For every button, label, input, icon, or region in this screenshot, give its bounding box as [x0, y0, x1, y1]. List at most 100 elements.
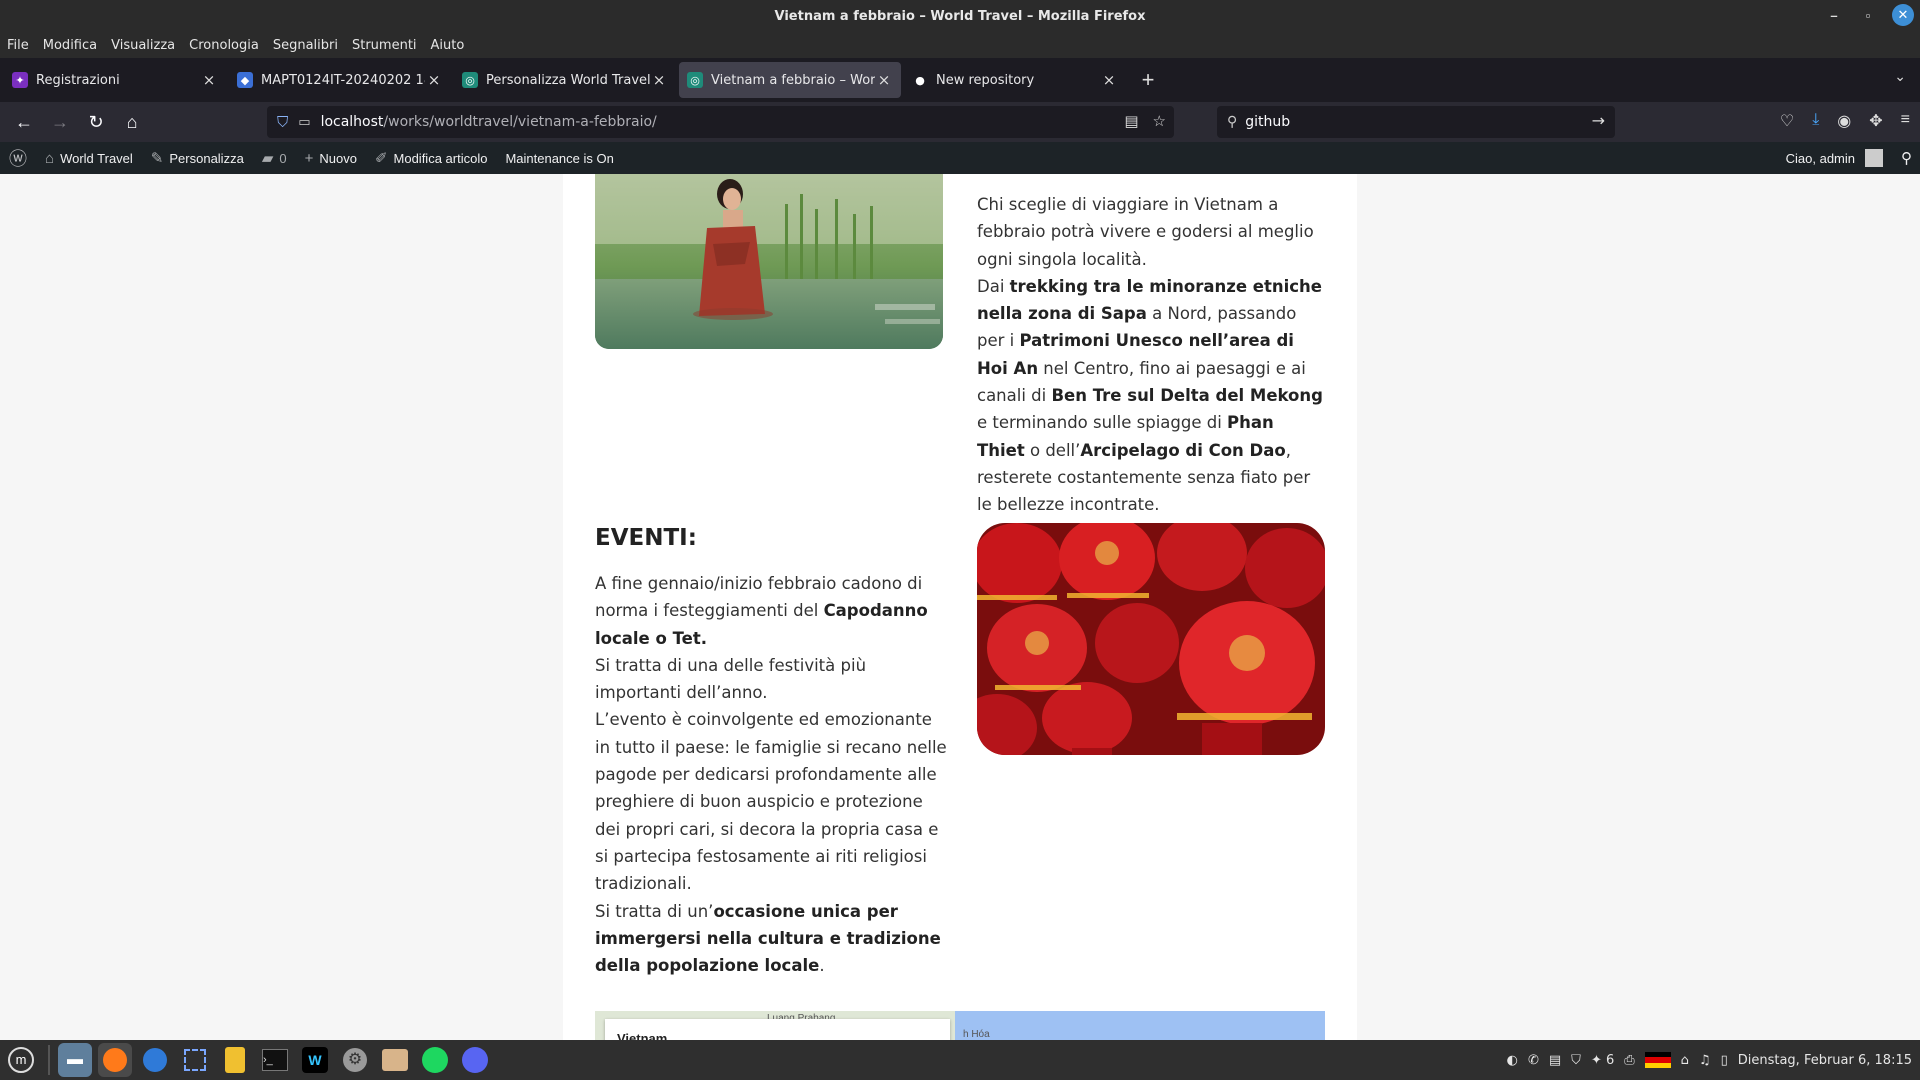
tab-favicon-icon: ◎ [462, 72, 478, 88]
wp-edit-label: Modifica articolo [393, 150, 488, 166]
menu-aiuto[interactable]: Aiuto [431, 38, 465, 53]
discord-tray-icon[interactable]: ◐ [1507, 1053, 1518, 1068]
intro-paragraph-1: Chi sceglie di viaggiare in Vietnam a fe… [977, 195, 1314, 269]
system-tray: ◐ ✆ ▤ ⛉ ✦ 6 ⎙ ⌂ ♫ ▯ Dienstag, Februar 6,… [1507, 1040, 1912, 1080]
tab-label: Registrazioni [36, 72, 120, 88]
menu-icon[interactable]: m [4, 1043, 38, 1077]
page-icon[interactable]: ▭ [298, 115, 310, 130]
shield-icon[interactable]: ⛉ [277, 113, 288, 131]
webstorm-icon[interactable]: W [298, 1043, 332, 1077]
search-go-icon[interactable]: → [1592, 111, 1605, 130]
menu-cronologia[interactable]: Cronologia [189, 38, 259, 53]
reload-icon[interactable]: ↻ [78, 112, 114, 133]
firefox-icon[interactable] [98, 1043, 132, 1077]
account-icon[interactable]: ◉ [1837, 111, 1851, 131]
minimize-icon[interactable]: – [1824, 8, 1844, 23]
tab-close-icon[interactable]: × [1100, 71, 1118, 89]
wordpress-logo-icon[interactable]: ⓦ [0, 145, 36, 171]
forward-icon[interactable]: → [42, 112, 78, 133]
wp-customize-link[interactable]: ✎ Personalizza [142, 149, 253, 167]
hamburger-menu-icon[interactable]: ≡ [1901, 111, 1910, 131]
spotify-icon[interactable] [418, 1043, 452, 1077]
tab-registrazioni[interactable]: ✦ Registrazioni × [4, 62, 226, 98]
pocket-icon[interactable]: ♡ [1780, 111, 1794, 131]
comment-icon: ▰ [261, 150, 274, 167]
wp-site-link[interactable]: ⌂ World Travel [36, 150, 142, 167]
tab-mapt[interactable]: ◆ MAPT0124IT-20240202 180 × [229, 62, 451, 98]
extensions-icon[interactable]: ✥ [1869, 111, 1882, 131]
wp-greeting[interactable]: Ciao, admin [1786, 151, 1855, 166]
tab-favicon-icon: ◆ [237, 72, 253, 88]
workspace-indicator[interactable]: ✦ 6 [1591, 1053, 1614, 1068]
thunderbird-icon[interactable] [138, 1043, 172, 1077]
text-span: e terminando sulle spiagge di [977, 413, 1228, 433]
printer-icon[interactable]: ⎙ [1624, 1053, 1634, 1068]
tab-close-icon[interactable]: × [875, 71, 893, 89]
wp-new-link[interactable]: + Nuovo [296, 150, 366, 167]
viewer-icon[interactable] [378, 1043, 412, 1077]
reader-view-icon[interactable]: ▤ [1124, 112, 1138, 130]
tab-close-icon[interactable]: × [650, 71, 668, 89]
menu-file[interactable]: File [7, 38, 29, 53]
tab-list-icon[interactable]: ⌄ [1894, 68, 1906, 85]
menu-strumenti[interactable]: Strumenti [352, 38, 417, 53]
url-bar[interactable]: ⛉ ▭ localhost/works/worldtravel/vietnam-… [267, 106, 1174, 138]
tab-close-icon[interactable]: × [200, 71, 218, 89]
tab-close-icon[interactable]: × [425, 71, 443, 89]
dashboard-icon: ⌂ [45, 149, 55, 167]
tab-new-repository[interactable]: ● New repository × [904, 62, 1126, 98]
events-paragraph-2: Si tratta di una delle festività più imp… [595, 655, 867, 703]
wp-maintenance-link[interactable]: Maintenance is On [496, 151, 622, 166]
avatar[interactable] [1865, 149, 1883, 167]
lanterns-image [977, 523, 1325, 755]
search-icon: ⚲ [1227, 114, 1238, 130]
woman-river-illustration [595, 174, 943, 349]
search-bar[interactable]: ⚲ github → [1217, 106, 1615, 138]
navigation-bar: ← → ↻ ⌂ ⛉ ▭ localhost/works/worldtravel/… [0, 102, 1920, 142]
tab-label: MAPT0124IT-20240202 180 [261, 72, 425, 88]
tab-strip: ✦ Registrazioni × ◆ MAPT0124IT-20240202 … [0, 58, 1920, 102]
clipboard-icon[interactable]: ▤ [1549, 1053, 1561, 1068]
new-tab-button[interactable]: + [1133, 67, 1163, 93]
menu-segnalibri[interactable]: Segnalibri [273, 38, 338, 53]
lanterns-illustration [977, 523, 1325, 755]
calculator-icon[interactable] [218, 1043, 252, 1077]
window-controls: – ▫ ✕ [1824, 4, 1914, 26]
sound-icon[interactable]: ♫ [1699, 1053, 1711, 1068]
wp-comments-link[interactable]: ▰ 0 [253, 149, 296, 167]
search-input[interactable]: github [1245, 114, 1290, 130]
update-icon[interactable]: ✆ [1528, 1053, 1539, 1068]
close-window-icon[interactable]: ✕ [1892, 4, 1914, 26]
menu-visualizza[interactable]: Visualizza [111, 38, 175, 53]
back-icon[interactable]: ← [6, 112, 42, 133]
menu-modifica[interactable]: Modifica [43, 38, 97, 53]
shield-tray-icon[interactable]: ⛉ [1571, 1053, 1581, 1068]
files-icon[interactable]: ▬ [58, 1043, 92, 1077]
menu-bar: File Modifica Visualizza Cronologia Segn… [0, 32, 1920, 58]
terminal-icon[interactable]: ›_ [258, 1043, 292, 1077]
vietnam-map[interactable]: Luang Prabang h Hóa Vietnam [595, 1011, 1325, 1040]
tab-personalizza[interactable]: ◎ Personalizza World Travel – × [454, 62, 676, 98]
taskbar-separator [48, 1045, 50, 1075]
downloads-icon[interactable]: ⤓ [1812, 111, 1819, 131]
home-icon[interactable]: ⌂ [114, 112, 150, 133]
tab-vietnam[interactable]: ◎ Vietnam a febbraio – World × [679, 62, 901, 98]
restore-icon[interactable]: ▫ [1858, 8, 1878, 23]
screenshot-icon[interactable] [178, 1043, 212, 1077]
battery-icon[interactable]: ▯ [1721, 1053, 1728, 1068]
bookmark-star-icon[interactable]: ☆ [1153, 112, 1166, 130]
keyboard-layout-flag-icon[interactable] [1644, 1052, 1671, 1068]
network-icon[interactable]: ⌂ [1681, 1053, 1689, 1068]
workspace-count: 6 [1605, 1052, 1615, 1068]
settings-icon[interactable]: ⚙ [338, 1043, 372, 1077]
events-paragraph-4: Si tratta di un’occasione unica per imme… [595, 898, 951, 980]
text-span: o dell’ [1024, 440, 1081, 460]
woman-river-image [595, 174, 943, 349]
map-info-card[interactable]: Vietnam [605, 1019, 950, 1040]
clock[interactable]: Dienstag, Februar 6, 18:15 [1738, 1053, 1912, 1068]
wp-edit-link[interactable]: ✐ Modifica articolo [366, 149, 497, 167]
events-paragraph-1: A fine gennaio/inizio febbraio cadono di… [595, 570, 951, 652]
search-icon[interactable]: ⚲ [1901, 149, 1912, 167]
brush-icon: ✎ [150, 150, 164, 167]
discord-icon[interactable] [458, 1043, 492, 1077]
